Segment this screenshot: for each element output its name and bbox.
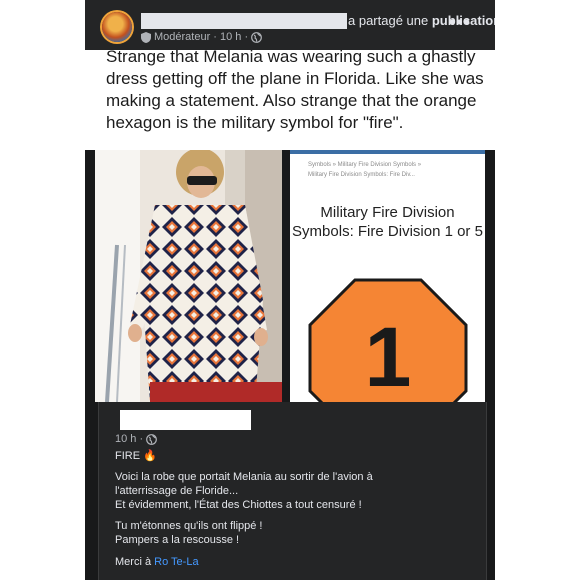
shared-publication-text: a partagé une publication.: [348, 13, 495, 28]
post-line-merci: Merci à Ro Te-La: [115, 555, 199, 569]
globe-icon: [251, 31, 263, 43]
shared-prefix: a partagé une: [348, 13, 432, 28]
post-body-card: 10 h · FIRE 🔥 Voici la robe que portait …: [98, 402, 487, 580]
comment-meta: 10 h ·: [115, 433, 158, 445]
post-time[interactable]: · 10 h ·: [213, 31, 248, 43]
octagon-number: 1: [365, 310, 412, 402]
redacted-poster-name: [120, 410, 251, 430]
facebook-post-screen: a partagé une publication. Modérateur · …: [85, 0, 495, 580]
dress-photo-illustration: [95, 150, 282, 402]
post-line: Pampers a la rescousse !: [115, 534, 240, 546]
group-avatar[interactable]: [102, 12, 132, 42]
comment-time[interactable]: 10 h ·: [115, 433, 143, 445]
post-line: Et évidemment, l'État des Chiottes a tou…: [115, 499, 362, 511]
post-line: Voici la robe que portait Melania au sor…: [115, 471, 373, 483]
fire-division-symbol-image[interactable]: Symbols » Military Fire Division Symbols…: [290, 150, 485, 402]
breadcrumb-current: Military Fire Division Symbols: Fire Div…: [308, 172, 415, 178]
post-line: Tu m'étonnes qu'ils ont flippé !: [115, 520, 263, 532]
symbol-title: Military Fire Division Symbols: Fire Div…: [292, 204, 483, 240]
post-header: a partagé une publication. Modérateur · …: [85, 0, 495, 50]
site-header-bar: [290, 150, 485, 154]
post-line: l'atterrissage de Floride...: [115, 485, 239, 497]
shared-post-caption: Strange that Melania was wearing such a …: [85, 50, 495, 150]
fire-octagon-symbol: 1: [308, 278, 468, 402]
post-line-fire: FIRE 🔥: [115, 450, 157, 462]
mentioned-user-link[interactable]: Ro Te-La: [154, 556, 198, 568]
caption-text: Strange that Melania was wearing such a …: [106, 50, 484, 132]
redacted-author-name: [141, 13, 347, 29]
role-label: Modérateur: [154, 31, 211, 43]
breadcrumb: Symbols » Military Fire Division Symbols…: [308, 162, 422, 168]
melania-dress-photo[interactable]: [95, 150, 282, 402]
globe-icon: [146, 433, 158, 445]
merci-text: Merci à: [115, 556, 155, 568]
post-meta: Modérateur · 10 h ·: [141, 31, 263, 43]
shield-icon: [141, 31, 151, 43]
more-options-button[interactable]: •••: [449, 13, 471, 31]
